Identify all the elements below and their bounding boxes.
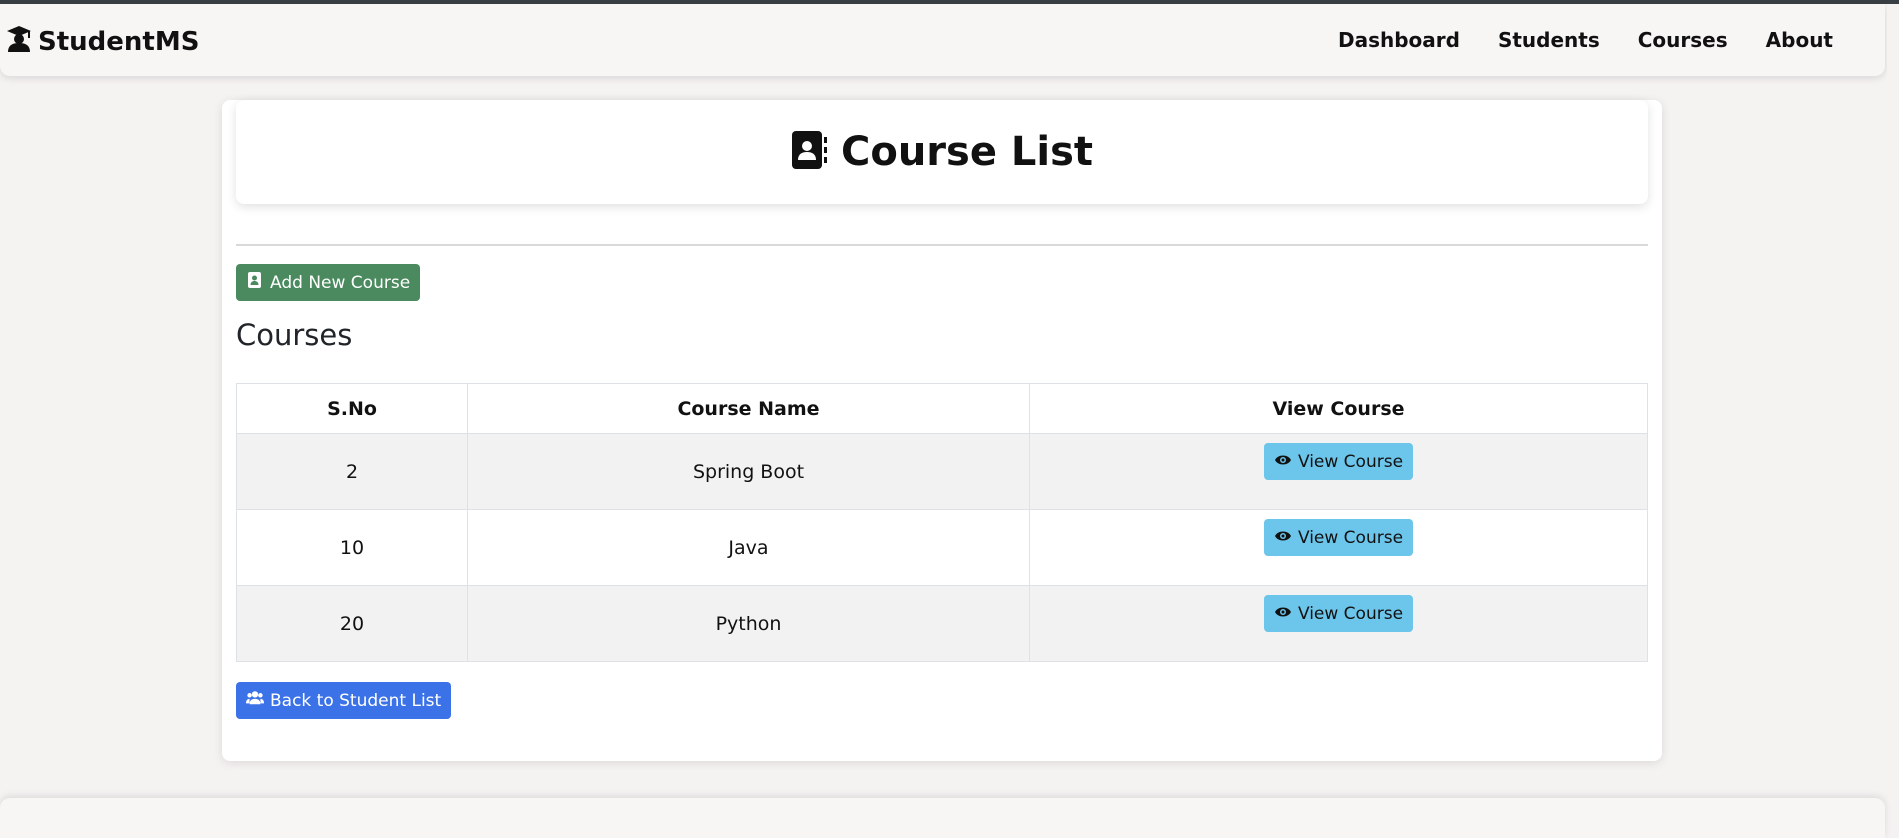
navbar: StudentMS Dashboard Students Courses Abo… — [0, 4, 1885, 76]
brand[interactable]: StudentMS — [6, 25, 200, 60]
brand-name: StudentMS — [38, 27, 200, 57]
users-icon — [246, 689, 264, 712]
view-course-label: View Course — [1297, 603, 1404, 624]
cell-course-name: Python — [467, 585, 1030, 662]
cell-sno: 10 — [236, 509, 468, 586]
courses-table: S.No Course Name View Course 2 Spring Bo… — [236, 383, 1648, 662]
divider — [236, 244, 1648, 246]
cell-action: View Course — [1029, 585, 1648, 662]
page-title: Course List — [840, 129, 1094, 175]
add-course-label: Add New Course — [270, 272, 411, 293]
back-to-student-list-button[interactable]: Back to Student List — [236, 682, 452, 719]
add-course-button[interactable]: Add New Course — [236, 264, 421, 301]
cell-action: View Course — [1029, 433, 1648, 510]
nav-link-courses[interactable]: Courses — [1638, 28, 1728, 52]
graduate-icon — [6, 25, 32, 60]
section-title: Courses — [236, 318, 353, 352]
nav-link-students[interactable]: Students — [1498, 28, 1600, 52]
cell-action: View Course — [1029, 509, 1648, 586]
table-header-row: S.No Course Name View Course — [236, 383, 1648, 434]
nav-links: Dashboard Students Courses About — [1338, 28, 1833, 52]
page-header: Course List — [236, 100, 1648, 204]
view-course-label: View Course — [1297, 451, 1404, 472]
scrollbar-track[interactable] — [1887, 4, 1899, 829]
table-row: 20 Python View Course — [236, 585, 1648, 662]
cell-course-name: Spring Boot — [467, 433, 1030, 510]
eye-icon — [1274, 452, 1292, 472]
nav-link-about[interactable]: About — [1766, 28, 1833, 52]
main-card: Course List Add New Course Courses S.No … — [222, 100, 1662, 761]
table-row: 10 Java View Course — [236, 509, 1648, 586]
eye-icon — [1274, 604, 1292, 624]
header-view-course: View Course — [1029, 383, 1648, 434]
table-row: 2 Spring Boot View Course — [236, 433, 1648, 510]
add-book-icon — [246, 271, 264, 294]
footer — [0, 798, 1885, 838]
view-course-button[interactable]: View Course — [1263, 595, 1414, 632]
cell-sno: 2 — [236, 433, 468, 510]
address-book-icon — [791, 129, 829, 175]
cell-course-name: Java — [467, 509, 1030, 586]
nav-link-dashboard[interactable]: Dashboard — [1338, 28, 1460, 52]
cell-sno: 20 — [236, 585, 468, 662]
view-course-button[interactable]: View Course — [1263, 519, 1414, 556]
view-course-button[interactable]: View Course — [1263, 443, 1414, 480]
header-sno: S.No — [236, 383, 468, 434]
header-course-name: Course Name — [467, 383, 1030, 434]
back-label: Back to Student List — [270, 690, 442, 711]
eye-icon — [1274, 528, 1292, 548]
view-course-label: View Course — [1297, 527, 1404, 548]
